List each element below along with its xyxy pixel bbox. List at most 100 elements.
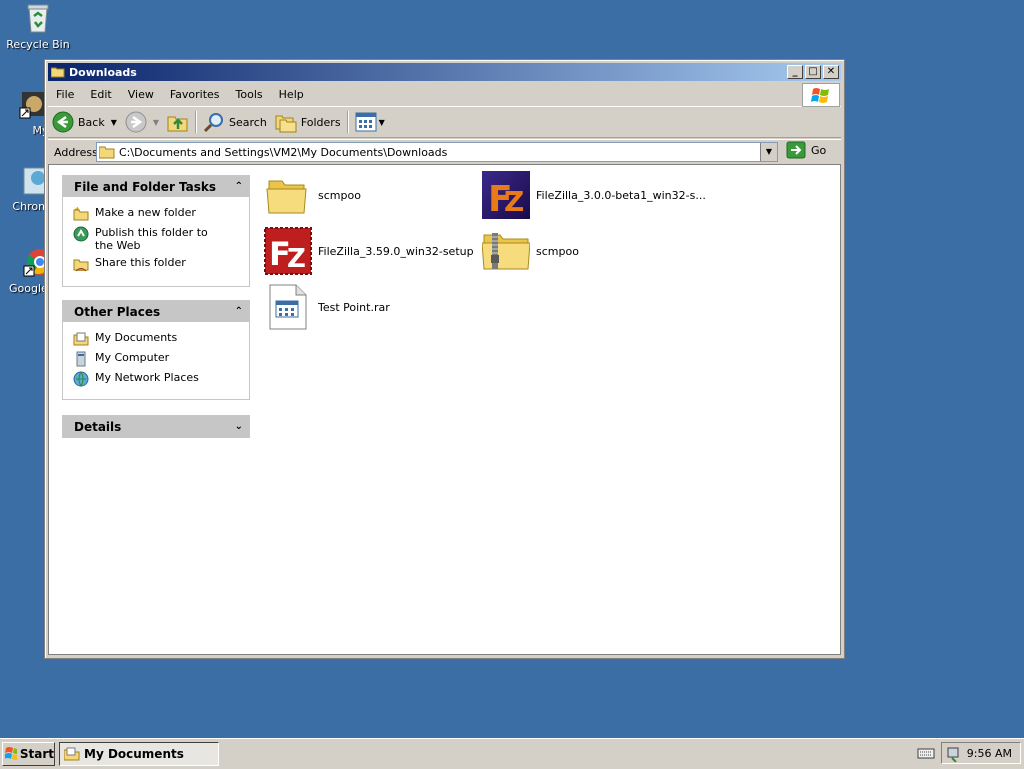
file-name: scmpoo bbox=[318, 188, 361, 202]
new-folder-icon bbox=[73, 206, 89, 222]
windows-logo-icon bbox=[5, 747, 17, 760]
file-name: Test Point.rar bbox=[318, 300, 390, 314]
task-share-folder[interactable]: Share this folder bbox=[73, 256, 249, 272]
svg-text:Z: Z bbox=[287, 244, 306, 274]
file-item[interactable]: FZ FileZilla_3.0.0-beta1_win32-s... bbox=[482, 171, 706, 220]
expand-icon[interactable]: ⌄ bbox=[235, 421, 243, 432]
globe-icon bbox=[73, 226, 89, 242]
file-folder-tasks-panel: File and Folder Tasks ⌃ Make a new folde… bbox=[62, 175, 250, 287]
taskbar-item-my-documents[interactable]: My Documents bbox=[59, 742, 219, 766]
go-label: Go bbox=[811, 143, 827, 157]
file-item[interactable]: FZ FileZilla_3.59.0_win32-setup bbox=[264, 227, 474, 275]
menu-favorites[interactable]: Favorites bbox=[162, 88, 228, 101]
search-button[interactable]: Search bbox=[199, 109, 271, 135]
my-documents-icon bbox=[73, 331, 89, 347]
svg-text:Z: Z bbox=[504, 185, 524, 218]
network-places-icon bbox=[73, 371, 89, 388]
menu-tools[interactable]: Tools bbox=[228, 88, 271, 101]
filezilla-icon: FZ bbox=[264, 227, 312, 275]
toolbar-separator bbox=[346, 111, 349, 133]
up-folder-icon bbox=[167, 116, 188, 132]
file-item[interactable]: Test Point.rar bbox=[264, 283, 390, 331]
chevron-down-icon[interactable]: ▼ bbox=[379, 118, 385, 127]
panel-header[interactable]: Details ⌄ bbox=[63, 416, 249, 437]
other-places-panel: Other Places ⌃ My Documents My Computer … bbox=[62, 300, 250, 400]
panel-header[interactable]: File and Folder Tasks ⌃ bbox=[63, 176, 249, 197]
up-folder-button[interactable] bbox=[163, 109, 193, 135]
maximize-button[interactable]: □ bbox=[805, 65, 821, 79]
panel-header[interactable]: Other Places ⌃ bbox=[63, 301, 249, 322]
folder-icon bbox=[99, 146, 115, 159]
desktop-icon-label: Recycle Bin bbox=[6, 38, 70, 51]
content-area: File and Folder Tasks ⌃ Make a new folde… bbox=[48, 164, 841, 655]
toolbar: Back ▼ ▼ Search Folders ▼ bbox=[48, 107, 841, 138]
folders-button[interactable]: Folders bbox=[271, 109, 345, 135]
back-button[interactable]: Back ▼ bbox=[48, 109, 121, 135]
start-button[interactable]: Start bbox=[2, 742, 55, 766]
panel-title: Other Places bbox=[74, 304, 161, 319]
address-dropdown-button[interactable]: ▼ bbox=[760, 143, 777, 161]
collapse-icon[interactable]: ⌃ bbox=[235, 306, 243, 317]
place-my-computer[interactable]: My Computer bbox=[73, 351, 249, 367]
go-arrow-icon bbox=[786, 141, 806, 159]
forward-arrow-icon bbox=[125, 111, 147, 133]
menu-bar: File Edit View Favorites Tools Help bbox=[48, 82, 841, 107]
window-title: Downloads bbox=[69, 65, 137, 79]
minimize-button[interactable]: _ bbox=[787, 65, 803, 79]
menu-edit[interactable]: Edit bbox=[82, 88, 119, 101]
my-computer-icon bbox=[73, 351, 89, 367]
menu-help[interactable]: Help bbox=[271, 88, 312, 101]
forward-button[interactable]: ▼ bbox=[121, 109, 163, 135]
task-make-new-folder[interactable]: Make a new folder bbox=[73, 206, 249, 222]
toolbar-separator bbox=[195, 111, 198, 133]
close-button[interactable]: ✕ bbox=[823, 65, 839, 79]
views-icon bbox=[355, 112, 377, 132]
details-panel: Details ⌄ bbox=[62, 415, 250, 438]
chevron-down-icon[interactable]: ▼ bbox=[153, 118, 159, 127]
folders-label: Folders bbox=[300, 115, 341, 129]
windows-logo-icon bbox=[802, 83, 840, 107]
my-documents-icon bbox=[64, 747, 80, 761]
go-button[interactable]: Go bbox=[786, 141, 826, 159]
back-label: Back bbox=[78, 115, 105, 129]
address-input[interactable]: C:\Documents and Settings\VM2\My Documen… bbox=[96, 142, 778, 162]
zip-folder-icon bbox=[481, 227, 531, 275]
desktop-icon-recycle-bin[interactable]: Recycle Bin bbox=[0, 2, 78, 51]
title-bar[interactable]: Downloads _ □ ✕ bbox=[48, 63, 841, 81]
search-icon bbox=[203, 113, 224, 133]
system-tray: 9:56 AM bbox=[941, 742, 1021, 764]
address-value: C:\Documents and Settings\VM2\My Documen… bbox=[119, 145, 448, 159]
taskbar-item-label: My Documents bbox=[84, 747, 184, 761]
clock[interactable]: 9:56 AM bbox=[967, 747, 1012, 760]
task-publish-folder[interactable]: Publish this folder to the Web bbox=[73, 226, 249, 252]
file-item[interactable]: scmpoo bbox=[481, 227, 579, 275]
taskbar: Start My Documents 9:56 AM bbox=[0, 738, 1024, 769]
back-arrow-icon bbox=[52, 111, 74, 133]
panel-title: Details bbox=[74, 419, 122, 434]
address-label: Address bbox=[54, 145, 98, 159]
place-my-network-places[interactable]: My Network Places bbox=[73, 371, 249, 388]
folder-icon bbox=[50, 66, 65, 78]
folder-icon bbox=[264, 171, 312, 219]
menu-view[interactable]: View bbox=[120, 88, 162, 101]
place-my-documents[interactable]: My Documents bbox=[73, 331, 249, 347]
start-label: Start bbox=[19, 747, 54, 761]
keyboard-icon[interactable] bbox=[917, 746, 935, 763]
menu-file[interactable]: File bbox=[48, 88, 82, 101]
views-button[interactable]: ▼ bbox=[351, 109, 389, 135]
recycle-bin-icon bbox=[22, 2, 54, 34]
filezilla-old-icon: FZ bbox=[482, 171, 530, 220]
rar-file-icon bbox=[264, 283, 312, 331]
file-item[interactable]: scmpoo bbox=[264, 171, 361, 219]
file-name: FileZilla_3.0.0-beta1_win32-s... bbox=[536, 188, 706, 202]
panel-title: File and Folder Tasks bbox=[74, 179, 217, 194]
file-name: scmpoo bbox=[536, 244, 579, 258]
explorer-window: Downloads _ □ ✕ File Edit View Favorites… bbox=[44, 59, 845, 659]
collapse-icon[interactable]: ⌃ bbox=[235, 181, 243, 192]
network-tray-icon[interactable] bbox=[946, 746, 962, 762]
share-folder-icon bbox=[73, 256, 89, 272]
file-name: FileZilla_3.59.0_win32-setup bbox=[318, 244, 474, 258]
chevron-down-icon[interactable]: ▼ bbox=[111, 118, 117, 127]
search-label: Search bbox=[229, 115, 267, 129]
folders-icon bbox=[275, 115, 297, 133]
